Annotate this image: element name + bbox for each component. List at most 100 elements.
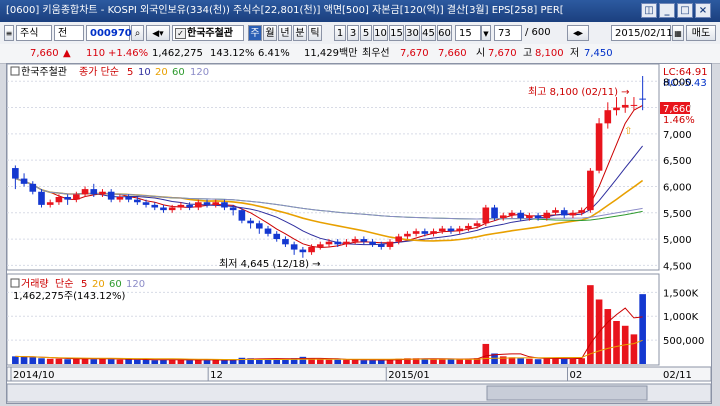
quote-price: 7,660 (30, 48, 59, 59)
candle-body (73, 194, 80, 200)
company-name: ✓ 한국주철관 (172, 25, 244, 41)
code-input[interactable]: 000970 (86, 25, 132, 41)
candle-body (578, 210, 585, 213)
period-week[interactable]: 주 (248, 25, 262, 41)
toolbar: ≡ 주식 전 000970 ⌕ ◀▾ ✓ 한국주철관 주 월 년 분 틱 1 3… (0, 22, 720, 45)
count-input[interactable]: 73 (494, 25, 522, 41)
candle-body (395, 236, 403, 242)
ma5-legend: 5 (127, 67, 133, 78)
candle-body (343, 241, 350, 245)
candle-body (316, 244, 324, 247)
candle-body (543, 212, 551, 219)
candle-body (308, 246, 315, 253)
x-tick-label: 2014/10 (13, 370, 55, 381)
calendar-icon[interactable]: ▦ (672, 25, 684, 41)
quote-amount: 11,429백만 (304, 48, 358, 59)
restore-icon[interactable]: ◫ (641, 3, 657, 18)
x-tick-label: 02 (570, 370, 583, 381)
volume-bar (203, 360, 211, 364)
period-month[interactable]: 월 (263, 25, 277, 41)
volume-bar (430, 359, 437, 364)
panel-checkbox-icon[interactable] (10, 66, 20, 76)
minute-5[interactable]: 5 (360, 25, 372, 41)
candle-body (20, 178, 28, 184)
minute-60[interactable]: 60 (437, 25, 452, 41)
candle-body (369, 241, 376, 245)
chart-area[interactable]: 한국주철관 종가 단순 5 10 20 60 120 LC:64.91 HC:-… (6, 63, 712, 404)
minute-45[interactable]: 45 (421, 25, 436, 41)
candle-body (247, 220, 254, 224)
sell-button[interactable]: 매도 (686, 25, 716, 41)
candle-body (334, 241, 342, 245)
candle-body (81, 189, 89, 195)
volume-bar (369, 360, 376, 364)
vol-title: 거래량 (21, 278, 49, 290)
scrollbar-thumb (486, 385, 648, 401)
candle-body (90, 189, 98, 195)
market-select[interactable]: 전 (54, 25, 84, 41)
maximize-button[interactable]: □ (677, 3, 693, 18)
minute-10[interactable]: 10 (373, 25, 388, 41)
candle-body (203, 202, 211, 205)
search-icon[interactable]: ⌕ (131, 25, 144, 41)
minimize-button[interactable]: _ (659, 3, 675, 18)
candle-body (64, 196, 71, 200)
candle-body (107, 191, 115, 200)
price-chart[interactable]: 한국주철관 종가 단순 5 10 20 60 120 LC:64.91 HC:-… (6, 63, 712, 403)
candle-body (587, 170, 594, 211)
candle-body (55, 196, 63, 203)
pref-bid: 7,660 (438, 48, 467, 59)
nav-buttons[interactable]: ◂▸ (567, 25, 589, 41)
minute-3[interactable]: 3 (347, 25, 359, 41)
volume-bar (517, 358, 524, 364)
volume-bar (20, 356, 28, 364)
candle-body (186, 204, 193, 208)
x-last-label: 02/11 (663, 370, 692, 381)
candle-body (639, 98, 646, 100)
minute-15[interactable]: 15 (389, 25, 404, 41)
vol-tick-label: 500,000 (663, 336, 704, 347)
period-minute[interactable]: 분 (293, 25, 307, 41)
minute-30[interactable]: 30 (405, 25, 420, 41)
date-input[interactable]: 2015/02/11 (611, 25, 673, 41)
vol-readout: 1,462,275주(143.12%) (13, 291, 125, 302)
candle-body (412, 231, 420, 234)
volume-bar (238, 357, 246, 364)
candle-body (421, 231, 429, 234)
volume-bar (177, 359, 185, 364)
chevron-down-icon[interactable]: ▼ (481, 25, 491, 41)
price-legend: 종가 단순 (79, 66, 119, 78)
open-label: 시 (476, 48, 486, 59)
close-button[interactable]: × (695, 3, 711, 18)
period-tick[interactable]: 틱 (308, 25, 322, 41)
candle-body (377, 244, 385, 247)
candle-body (299, 249, 307, 253)
menu-icon[interactable]: ≡ (4, 25, 14, 41)
volume-bar (38, 358, 45, 364)
volume-bar (46, 358, 54, 364)
candle-body (282, 239, 289, 245)
candle-body (255, 223, 263, 229)
speaker-icon[interactable]: ◀▾ (146, 25, 170, 41)
y-tick-label: 6,500 (663, 156, 692, 167)
minute-1[interactable]: 1 (334, 25, 346, 41)
type-select[interactable]: 주식 (16, 25, 52, 41)
volume-bar (630, 334, 638, 364)
checkbox-icon[interactable]: ✓ (175, 28, 186, 39)
volume-bar (325, 359, 333, 364)
candle-body (125, 196, 132, 200)
volume-panel (6, 273, 660, 366)
minute-dropdown[interactable]: 15 (455, 25, 481, 41)
y-tick-label: 8,000 (663, 77, 692, 88)
candle-body (526, 215, 533, 219)
candle-body (552, 210, 559, 213)
volume-bar (334, 359, 342, 364)
ma60-legend: 60 (172, 67, 185, 78)
candle-body (142, 202, 150, 205)
volume-bar (299, 356, 307, 364)
vol-checkbox-icon[interactable] (10, 278, 20, 288)
volume-bar (613, 321, 620, 364)
quote-vol-ratio: 143.12% (210, 48, 255, 59)
open-value: 7,670 (488, 48, 517, 59)
period-year[interactable]: 년 (278, 25, 292, 41)
